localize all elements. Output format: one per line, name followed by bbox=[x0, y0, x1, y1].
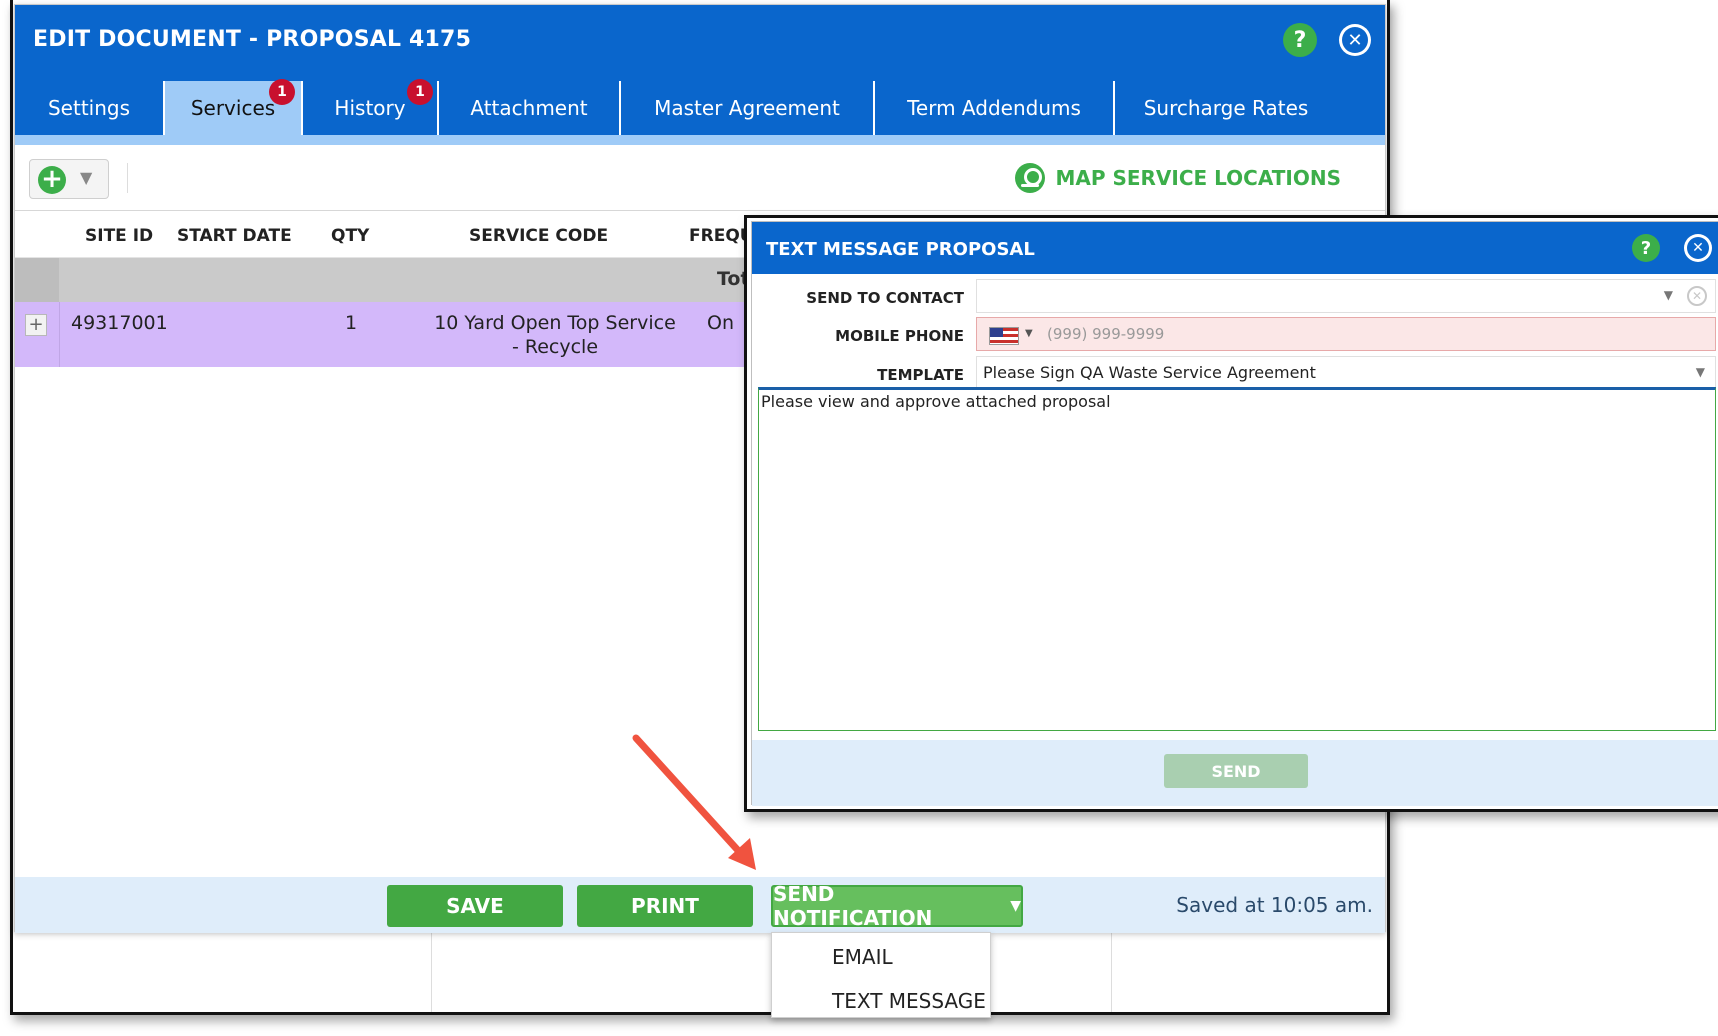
annotation-arrow-shaft bbox=[632, 734, 748, 861]
annotation-arrow bbox=[632, 734, 756, 870]
